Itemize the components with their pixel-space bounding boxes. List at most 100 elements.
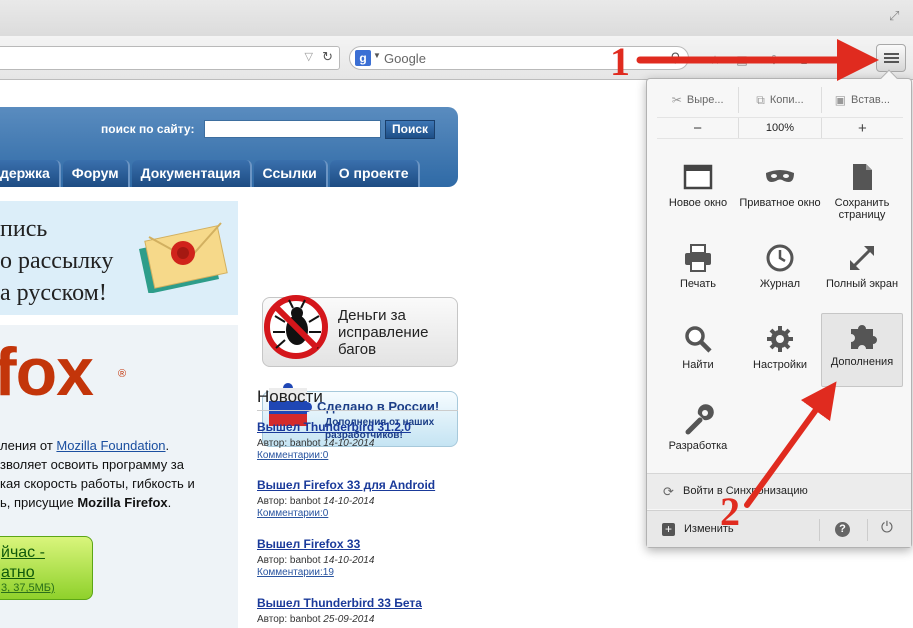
news-item-title[interactable]: Вышел Firefox 33 для Android	[257, 478, 477, 492]
promo-line: о рассылку	[0, 248, 114, 274]
firefox-menu-panel: ✂ Выре... ⧉ Копи... ▣ Встав... − 100% + Нов…	[646, 69, 912, 548]
developer-icon	[685, 404, 714, 435]
news-comments-link[interactable]: Комментарии:0	[257, 508, 477, 519]
zoom-in-button[interactable]: +	[822, 118, 903, 138]
find-button[interactable]: Найти	[657, 317, 739, 391]
resize-icon[interactable]: ⤢	[889, 8, 905, 24]
bug-bounty-line: Деньги за	[338, 307, 406, 324]
desc-text: .	[165, 438, 170, 453]
history-button[interactable]: Журнал	[739, 236, 821, 310]
nav-docs[interactable]: Документация	[131, 160, 252, 187]
engine-dropdown-icon[interactable]: ▼	[373, 51, 381, 60]
print-button[interactable]: Печать	[657, 236, 739, 310]
news-date: 14-10-2014	[323, 555, 375, 566]
save-page-icon	[853, 164, 872, 190]
site-search-input[interactable]	[204, 120, 381, 138]
newsletter-promo[interactable]: пись о рассылку а русском!	[0, 201, 238, 315]
zoom-out-button[interactable]: −	[657, 118, 738, 138]
zoom-reset-button[interactable]: 100%	[738, 118, 822, 138]
developer-button[interactable]: Разработка	[657, 398, 739, 472]
print-icon	[685, 244, 711, 272]
news-item: Вышел Firefox 33 Автор: banbot 14-10-201…	[257, 537, 477, 578]
news-date: 25-09-2014	[323, 614, 375, 625]
firefox-description: ления от Mozilla Foundation. зволяет осв…	[0, 436, 235, 512]
help-icon[interactable]: ?	[835, 522, 850, 537]
addons-button[interactable]: Дополнения	[821, 313, 903, 387]
bug-bounty-text: Деньги за исправление багов	[338, 307, 428, 358]
nav-support[interactable]: держка	[0, 160, 61, 187]
news-author: Автор: banbot	[257, 496, 321, 507]
menu-bar-line	[884, 57, 899, 59]
registered-mark: ®	[118, 368, 127, 380]
envelope-icon	[139, 222, 228, 293]
nav-about[interactable]: О проекте	[329, 160, 420, 187]
fullscreen-button[interactable]: Полный экран	[821, 236, 903, 310]
search-placeholder: Google	[384, 51, 426, 66]
clipboard-icon: ▣	[834, 93, 847, 107]
step-number-1: 1	[610, 39, 630, 84]
new-window-button[interactable]: Новое окно	[657, 155, 739, 229]
site-search-button[interactable]: Поиск	[385, 120, 435, 139]
nav-links[interactable]: Ссылки	[253, 160, 328, 187]
cut-button[interactable]: ✂ Выре...	[657, 87, 740, 113]
step-number-2: 2	[720, 489, 740, 534]
no-bug-icon	[264, 295, 328, 359]
url-history-dropdown-icon[interactable]: ▽	[305, 50, 313, 63]
news-date: 14-10-2014	[323, 438, 375, 449]
google-engine-icon[interactable]: g	[355, 50, 371, 66]
download-button[interactable]: йчас - атно 3, 37,5МБ)	[0, 536, 93, 600]
promo-text: пись о рассылку а русском!	[0, 213, 140, 309]
mozilla-foundation-link[interactable]: Mozilla Foundation	[56, 438, 165, 453]
news-item-title[interactable]: Вышел Thunderbird 31.2.0	[257, 420, 477, 434]
desc-text: ь, присущие	[0, 495, 78, 510]
home-icon[interactable]: ⌂	[796, 53, 812, 67]
bookmark-star-icon[interactable]: ☆	[707, 53, 723, 67]
copy-icon: ⧉	[756, 92, 765, 107]
paste-button[interactable]: ▣ Встав...	[822, 87, 903, 113]
panel-footer: + Изменить ? ⏻	[647, 510, 911, 547]
new-window-icon	[683, 164, 713, 190]
made-in-russia-title: Сделано в России!	[317, 399, 440, 414]
private-window-button[interactable]: Приватное окно	[739, 155, 821, 229]
news-comments-link[interactable]: Комментарии:0	[257, 450, 477, 461]
news-item-meta: Автор: banbot 25-09-2014	[257, 614, 477, 625]
site-header: поиск по сайту: Поиск держка Форум Докум…	[0, 107, 458, 187]
bug-bounty-badge[interactable]: Деньги за исправление багов	[262, 295, 458, 367]
find-label: Найти	[682, 359, 714, 371]
addons-icon	[851, 325, 877, 349]
news-author: Автор: banbot	[257, 555, 321, 566]
save-page-label: Сохранить страницу	[834, 197, 890, 221]
downloads-icon[interactable]: ⇩	[766, 53, 782, 67]
new-window-label: Новое окно	[668, 197, 728, 209]
firefox-wordmark: fox	[0, 334, 94, 410]
search-go-icon[interactable]: ⚲	[670, 50, 680, 66]
open-menu-button[interactable]	[876, 44, 906, 72]
bug-bounty-line: исправление	[338, 324, 429, 341]
quit-icon[interactable]: ⏻	[881, 519, 899, 537]
paste-label: Встав...	[851, 94, 890, 106]
site-search-label: поиск по сайту:	[101, 122, 195, 136]
reload-icon[interactable]: ↻	[322, 49, 333, 65]
url-bar[interactable]: ▽ ↻	[0, 46, 340, 70]
nav-forum[interactable]: Форум	[62, 160, 130, 187]
bookmarks-menu-icon[interactable]: ▤	[734, 53, 750, 67]
download-line: йчас -	[1, 544, 45, 561]
news-comments-link[interactable]: Комментарии:19	[257, 567, 477, 578]
copy-button[interactable]: ⧉ Копи...	[739, 87, 822, 113]
search-bar[interactable]: g ▼ Google ⚲	[349, 46, 689, 70]
download-line: атно	[1, 564, 35, 581]
news-divider	[257, 410, 458, 411]
developer-label: Разработка	[668, 440, 728, 452]
sync-label: Войти в Синхронизацию	[683, 485, 808, 497]
download-size: 3, 37,5МБ)	[1, 582, 55, 594]
footer-divider	[819, 519, 820, 541]
sync-row[interactable]: ⟳ Войти в Синхронизацию	[647, 473, 911, 509]
news-item-title[interactable]: Вышел Thunderbird 33 Бета	[257, 596, 477, 610]
promo-line: пись	[0, 216, 48, 242]
customize-icon[interactable]: +	[662, 523, 675, 536]
news-item-title[interactable]: Вышел Firefox 33	[257, 537, 477, 551]
desc-bold: Mozilla Firefox	[77, 495, 168, 510]
save-page-button[interactable]: Сохранить страницу	[821, 155, 903, 229]
settings-button[interactable]: Настройки	[739, 317, 821, 391]
news-item-meta: Автор: banbot 14-10-2014	[257, 555, 477, 566]
